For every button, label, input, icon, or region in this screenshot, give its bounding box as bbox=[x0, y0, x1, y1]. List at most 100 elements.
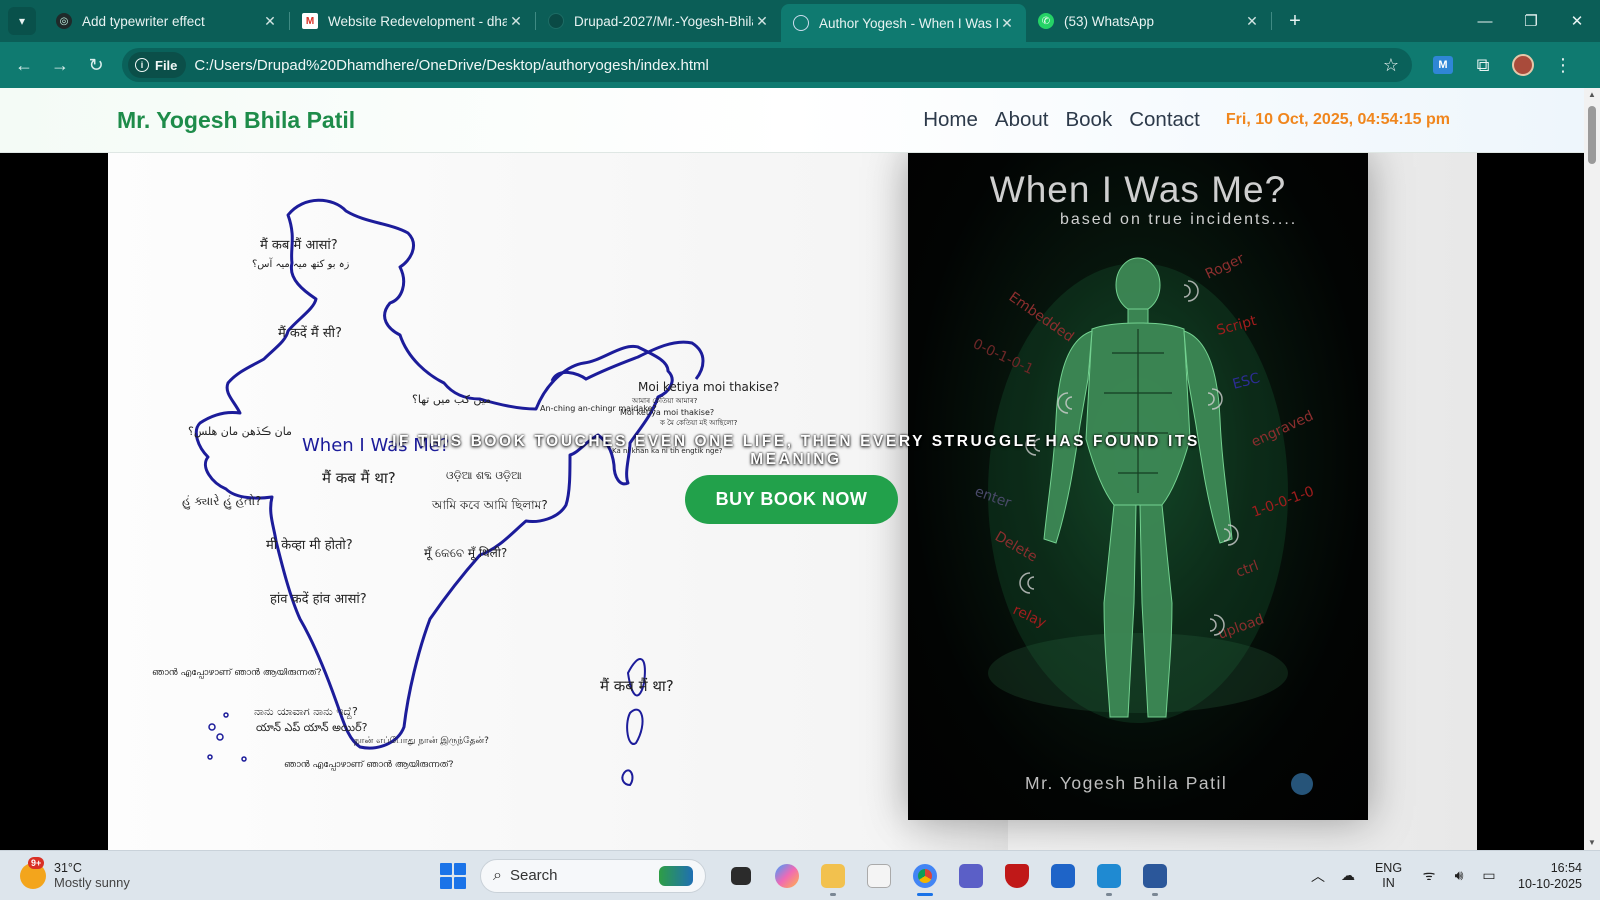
tab-title: Drupad-2027/Mr.-Yogesh-Bhila bbox=[574, 13, 753, 29]
map-phrase: मैं कदें मैं सी? bbox=[278, 325, 342, 341]
reload-icon[interactable]: ↻ bbox=[78, 55, 114, 76]
bookmark-star-icon[interactable]: ☆ bbox=[1378, 55, 1404, 76]
address-bar[interactable]: i File C:/Users/Drupad%20Dhamdhere/OneDr… bbox=[122, 48, 1412, 82]
mcafee-icon[interactable] bbox=[994, 853, 1040, 899]
extensions-area: M ⧉ ⋮ bbox=[1426, 50, 1586, 80]
url-text[interactable]: C:/Users/Drupad%20Dhamdhere/OneDrive/Des… bbox=[194, 57, 1378, 74]
teams-icon[interactable] bbox=[948, 853, 994, 899]
map-phrase: நான் எப்போது நான் இருந்தேன்? bbox=[354, 736, 489, 746]
close-icon[interactable]: ✕ bbox=[753, 13, 771, 30]
nav-book[interactable]: Book bbox=[1065, 108, 1112, 132]
tab-title: Website Redevelopment - dhan bbox=[328, 13, 507, 29]
hero-banner: When I Was Me? मैं कब मैं आसां? زہ بو کت… bbox=[108, 153, 1477, 850]
chip-label: File bbox=[155, 57, 178, 73]
taskbar-search[interactable]: ⌕ Search bbox=[480, 858, 706, 893]
site-info-chip[interactable]: i File bbox=[128, 52, 187, 78]
map-phrase: আমাৰ কেতিয়া আমাৰ? bbox=[631, 397, 698, 405]
buy-book-button[interactable]: BUY BOOK NOW bbox=[685, 475, 898, 524]
nav-about[interactable]: About bbox=[995, 108, 1049, 132]
vscode-icon[interactable] bbox=[1086, 853, 1132, 899]
back-arrow-icon[interactable]: ← bbox=[6, 55, 42, 76]
close-icon[interactable]: ✕ bbox=[261, 13, 279, 30]
battery-icon[interactable]: ▭ bbox=[1474, 867, 1504, 884]
language-code: ENG bbox=[1374, 860, 1403, 875]
puzzle-extensions-icon[interactable]: ⧉ bbox=[1466, 50, 1500, 80]
extension-m-icon[interactable]: M bbox=[1426, 50, 1460, 80]
window-controls: — ❐ ✕ bbox=[1462, 0, 1600, 42]
language-indicator[interactable]: ENG IN bbox=[1375, 861, 1402, 891]
task-view-icon[interactable] bbox=[718, 853, 764, 899]
map-phrase: యాన్ ఎప్ యాన్ అయిర్? bbox=[256, 721, 368, 734]
volume-icon[interactable]: 🔊︎ bbox=[1444, 867, 1474, 884]
tab-search-button[interactable]: ▾ bbox=[8, 7, 36, 35]
tab-5[interactable]: ✆ (53) WhatsApp ✕ bbox=[1026, 4, 1271, 38]
file-explorer-icon[interactable] bbox=[810, 853, 856, 899]
search-highlight-icon bbox=[659, 865, 693, 886]
tab-title: (53) WhatsApp bbox=[1064, 13, 1155, 29]
clock-date[interactable]: 16:54 10-10-2025 bbox=[1518, 860, 1582, 892]
wifi-icon[interactable]: ᯤ bbox=[1414, 866, 1444, 885]
forward-arrow-icon[interactable]: → bbox=[42, 55, 78, 76]
live-clock: Fri, 10 Oct, 2025, 04:54:15 pm bbox=[1225, 111, 1450, 128]
map-phrase: ഞാൻ എപ്പോഴാണ് ഞാൻ ആയിരുന്നത്? bbox=[152, 667, 322, 678]
chevron-up-icon[interactable]: ︿ bbox=[1303, 866, 1333, 886]
chatgpt-icon: ◎ bbox=[56, 13, 72, 29]
close-icon[interactable]: ✕ bbox=[507, 13, 525, 30]
browser-toolbar: ← → ↻ i File C:/Users/Drupad%20Dhamdhere… bbox=[0, 42, 1600, 88]
page-scrollbar[interactable]: ▲ ▼ bbox=[1584, 88, 1600, 850]
taskbar-date: 10-10-2025 bbox=[1518, 876, 1582, 891]
tab-3[interactable]: Drupad-2027/Mr.-Yogesh-Bhila ✕ bbox=[536, 4, 781, 38]
map-phrase: हांव कदें हांव आसां? bbox=[270, 591, 367, 607]
microsoft-store-icon[interactable] bbox=[1040, 853, 1086, 899]
weather-condition: Mostly sunny bbox=[54, 875, 130, 890]
weather-widget[interactable]: 9+ 31°C Mostly sunny bbox=[20, 856, 440, 890]
tab-1[interactable]: ◎ Add typewriter effect ✕ bbox=[44, 4, 289, 38]
nav-home[interactable]: Home bbox=[923, 108, 978, 132]
circuit-figure-illustration: Embedded Roger Script 0-0-1-0-1 ESC engr… bbox=[970, 251, 1316, 723]
figure-floor-glow bbox=[988, 633, 1288, 713]
restore-icon[interactable]: ❐ bbox=[1508, 12, 1554, 30]
book-cover[interactable]: When I Was Me? based on true incidents..… bbox=[908, 153, 1368, 820]
whatsapp-icon: ✆ bbox=[1038, 13, 1054, 29]
nav-contact[interactable]: Contact bbox=[1129, 108, 1200, 132]
map-phrase: ഞാൻ എപ്പോഴാണ് ഞാൻ ആയിരുന്നത്? bbox=[284, 759, 454, 770]
island-dot bbox=[208, 723, 216, 731]
windows-start-icon[interactable] bbox=[440, 862, 466, 889]
onedrive-sync-icon[interactable]: ☁ bbox=[1333, 867, 1363, 884]
profile-avatar[interactable] bbox=[1506, 50, 1540, 80]
new-tab-button[interactable]: + bbox=[1282, 10, 1308, 33]
menu-kebab-icon[interactable]: ⋮ bbox=[1546, 50, 1580, 80]
copilot-icon[interactable] bbox=[764, 853, 810, 899]
word-icon[interactable] bbox=[1132, 853, 1178, 899]
map-phrase: مان ڪڏهن مان هلس؟ bbox=[188, 425, 292, 438]
scroll-up-arrow-icon[interactable]: ▲ bbox=[1584, 88, 1600, 102]
island-outline-3 bbox=[621, 769, 634, 787]
map-phrase: मी केव्हा मी होतो? bbox=[266, 537, 353, 553]
island-dot bbox=[241, 756, 247, 762]
scrollbar-thumb[interactable] bbox=[1588, 106, 1596, 164]
chrome-icon[interactable] bbox=[902, 853, 948, 899]
notepad-icon[interactable] bbox=[856, 853, 902, 899]
map-outline bbox=[194, 198, 674, 750]
tab-separator bbox=[1271, 12, 1272, 30]
map-phrase: ক মৈ কেতিয়া মই আছিলো? bbox=[659, 419, 738, 427]
cover-title: When I Was Me? bbox=[989, 169, 1287, 210]
site-brand[interactable]: Mr. Yogesh Bhila Patil bbox=[117, 107, 355, 134]
window-close-icon[interactable]: ✕ bbox=[1554, 12, 1600, 30]
minimize-icon[interactable]: — bbox=[1462, 13, 1508, 30]
map-phrase: હું ક્યારે હું હતો? bbox=[182, 494, 261, 510]
island-dot bbox=[216, 733, 224, 741]
tab-4-active[interactable]: Author Yogesh - When I Was M ✕ bbox=[781, 4, 1026, 42]
cover-word: Roger bbox=[1203, 251, 1247, 283]
close-icon[interactable]: ✕ bbox=[998, 15, 1016, 32]
map-phrase: मैं कब मैं आसां? bbox=[260, 237, 338, 253]
info-icon: i bbox=[135, 58, 149, 72]
web-page: Mr. Yogesh Bhila Patil Home About Book C… bbox=[0, 88, 1584, 850]
tab-2[interactable]: M Website Redevelopment - dhan ✕ bbox=[290, 4, 535, 38]
system-tray: ︿ ☁ ENG IN ᯤ 🔊︎ ▭ 16:54 10-10-2025 bbox=[1303, 860, 1600, 892]
map-phrase: मूँ କେବେ मूँ थिली? bbox=[424, 546, 507, 561]
cover-subtitle: based on true incidents.... bbox=[1060, 211, 1298, 228]
scroll-down-arrow-icon[interactable]: ▼ bbox=[1584, 836, 1600, 850]
close-icon[interactable]: ✕ bbox=[1243, 13, 1261, 30]
site-nav: Home About Book Contact bbox=[906, 108, 1200, 132]
